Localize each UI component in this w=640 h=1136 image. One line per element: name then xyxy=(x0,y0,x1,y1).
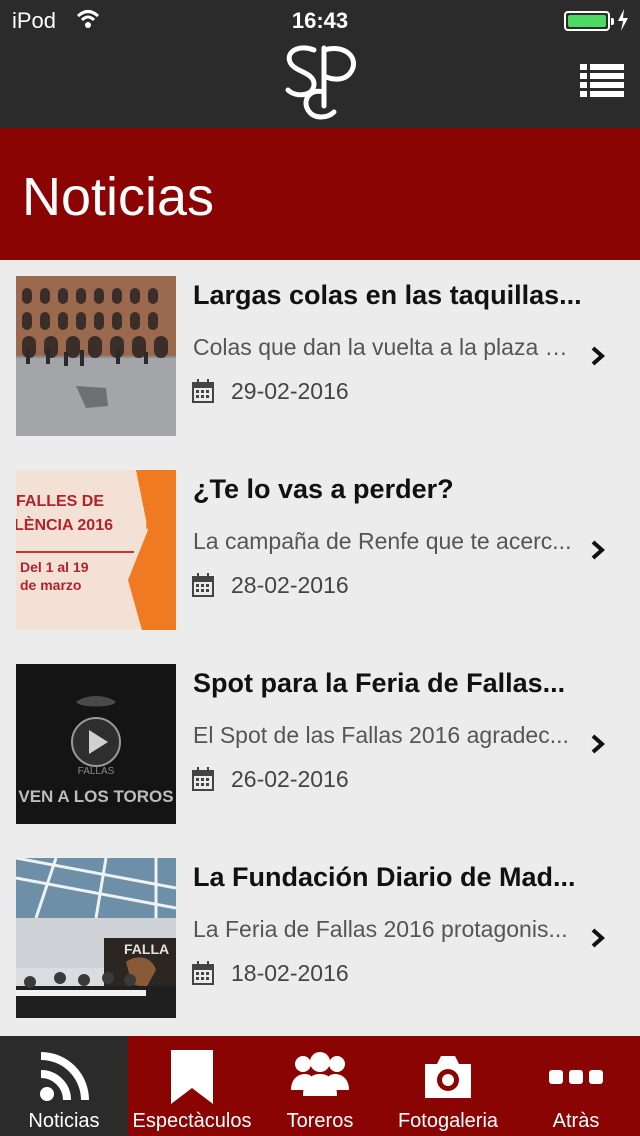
news-list[interactable]: Largas colas en las taquillas... Colas q… xyxy=(0,260,640,1036)
tab-toreros[interactable]: Toreros xyxy=(256,1036,384,1136)
news-summary: La campaña de Renfe que te acerc... xyxy=(193,528,572,554)
menu-button[interactable] xyxy=(580,62,624,98)
svg-text:VEN A LOS TOROS: VEN A LOS TOROS xyxy=(18,787,173,806)
tab-espectaculos[interactable]: Espectàculos xyxy=(128,1036,256,1136)
news-title[interactable]: Largas colas en las taquillas... xyxy=(193,280,613,311)
video-still-image: FALLAS VEN A LOS TOROS xyxy=(16,664,176,824)
page-title: Noticias xyxy=(22,167,215,227)
svg-text:FALLES DE: FALLES DE xyxy=(16,493,104,510)
calendar-icon xyxy=(192,767,214,791)
status-time: 16:43 xyxy=(291,8,349,33)
svg-text:Del 1 al 19: Del 1 al 19 xyxy=(20,559,89,575)
tab-noticias[interactable]: Noticias xyxy=(0,1036,128,1136)
svg-text:de marzo: de marzo xyxy=(20,577,81,593)
page-header: Noticias xyxy=(0,128,640,260)
news-title[interactable]: Spot para la Feria de Fallas... xyxy=(193,668,613,699)
battery-icon xyxy=(564,11,614,31)
news-item[interactable]: FALLAS VEN A LOS TOROS Spot para la Feri… xyxy=(0,648,640,842)
news-thumbnail: FALLA xyxy=(16,858,176,1018)
tab-label: Espectàculos xyxy=(132,1110,252,1132)
chevron-right-icon[interactable] xyxy=(590,346,606,366)
press-conference-image: FALLA xyxy=(16,858,176,1018)
bullring-image xyxy=(16,276,176,436)
news-date: 29-02-2016 xyxy=(231,378,349,404)
camera-icon xyxy=(425,1056,471,1098)
more-dots-icon xyxy=(549,1070,603,1084)
news-summary: La Feria de Fallas 2016 protagonis... xyxy=(193,916,568,942)
tab-label: Fotogaleria xyxy=(397,1110,499,1132)
status-bar: iPod 16:43 xyxy=(0,0,640,40)
calendar-icon xyxy=(192,573,214,597)
rss-icon xyxy=(40,1052,89,1101)
bookmark-icon xyxy=(171,1050,213,1104)
calendar-icon xyxy=(192,961,214,985)
svg-text:FALLA: FALLA xyxy=(124,941,169,957)
list-menu-icon xyxy=(580,64,624,97)
news-date: 26-02-2016 xyxy=(231,766,349,792)
fallas-poster-image: FALLES DE LÈNCIA 2016 Del 1 al 19 de mar… xyxy=(16,470,176,630)
tab-atras[interactable]: Atràs xyxy=(512,1036,640,1136)
news-title[interactable]: ¿Te lo vas a perder? xyxy=(193,474,613,505)
tab-bar: Noticias Espectàculos Toreros Fotogaleri… xyxy=(0,1036,640,1136)
calendar-icon xyxy=(192,379,214,403)
news-item[interactable]: FALLES DE LÈNCIA 2016 Del 1 al 19 de mar… xyxy=(0,454,640,648)
news-title[interactable]: La Fundación Diario de Mad... xyxy=(193,862,613,893)
news-thumbnail: FALLES DE LÈNCIA 2016 Del 1 al 19 de mar… xyxy=(16,470,176,630)
news-item[interactable]: Largas colas en las taquillas... Colas q… xyxy=(0,260,640,454)
chevron-right-icon[interactable] xyxy=(590,540,606,560)
scp-logo-icon xyxy=(285,45,356,120)
news-date: 28-02-2016 xyxy=(231,572,349,598)
top-bar: iPod 16:43 xyxy=(0,0,640,128)
news-thumbnail xyxy=(16,276,176,436)
news-item[interactable]: FALLA La Fundación Diario de Mad... La F… xyxy=(0,842,640,1036)
svg-text:FALLAS: FALLAS xyxy=(78,766,115,777)
tab-label: Noticias xyxy=(28,1110,100,1132)
tab-label: Toreros xyxy=(286,1110,354,1132)
tab-fotogaleria[interactable]: Fotogaleria xyxy=(384,1036,512,1136)
users-icon xyxy=(291,1052,349,1096)
news-summary: El Spot de las Fallas 2016 agradec... xyxy=(193,722,569,748)
svg-text:LÈNCIA 2016: LÈNCIA 2016 xyxy=(16,515,113,534)
tab-label: Atràs xyxy=(552,1110,600,1132)
charging-icon xyxy=(617,9,629,37)
app-logo[interactable] xyxy=(280,40,360,124)
chevron-right-icon[interactable] xyxy=(590,734,606,754)
news-summary: Colas que dan la vuelta a la plaza e... xyxy=(193,334,575,360)
news-date: 18-02-2016 xyxy=(231,960,349,986)
chevron-right-icon[interactable] xyxy=(590,928,606,948)
news-thumbnail: FALLAS VEN A LOS TOROS xyxy=(16,664,176,824)
